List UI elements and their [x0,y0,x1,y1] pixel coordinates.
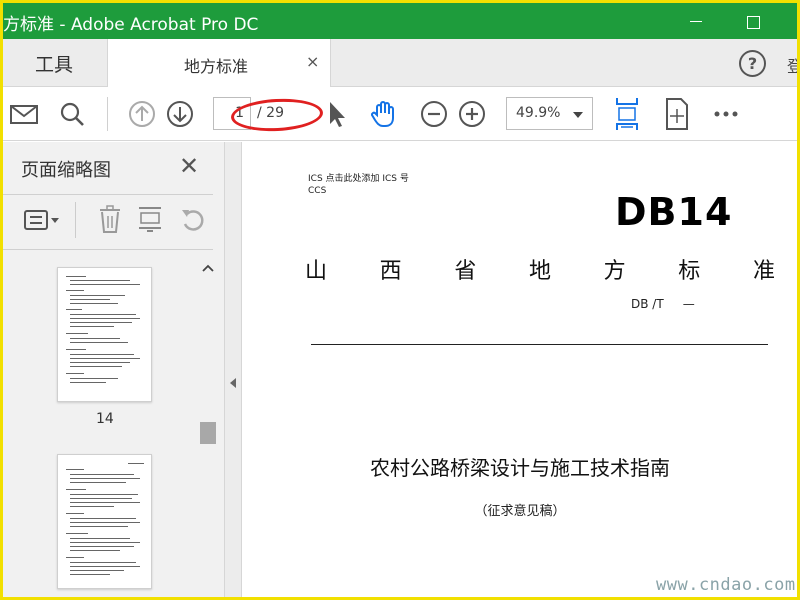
standard-code: DB14 [615,190,733,234]
title-bar: 方标准 - Adobe Acrobat Pro DC [3,3,797,39]
tab-tools[interactable]: 工具 [3,39,105,87]
panel-collapse-strip[interactable] [225,142,242,597]
page-up-icon[interactable] [127,99,157,129]
maximize-icon[interactable] [738,7,768,35]
rotate-icon[interactable] [663,97,691,131]
hand-tool-icon[interactable] [369,99,399,129]
tab-document[interactable]: 地方标准 × [107,39,331,87]
close-tab-icon[interactable]: × [306,52,319,71]
province-char: 标 [678,259,701,284]
scroll-up-icon[interactable] [202,264,214,272]
trash-icon[interactable] [97,204,123,234]
scrollbar-thumb[interactable] [200,422,216,444]
panel-divider [3,249,213,250]
province-char: 西 [379,259,402,284]
search-icon[interactable] [57,99,87,129]
page-thumbnail[interactable] [57,267,152,402]
toolbar-separator [107,97,108,131]
province-char: 地 [528,259,551,284]
tab-document-label: 地方标准 [184,57,249,76]
select-pointer-icon[interactable] [321,99,351,129]
zoom-value: 49.9% [516,105,561,121]
province-char: 准 [752,259,775,284]
app-window: 方标准 - Adobe Acrobat Pro DC 工具 地方标准 × ? 登 [0,0,800,600]
close-panel-icon[interactable]: ✕ [179,152,199,180]
document-title: 农村公路桥梁设计与施工技术指南 [370,456,670,480]
document-subtitle: （征求意见稿） [474,504,566,519]
page-down-icon[interactable] [165,99,195,129]
thumbnail-label: 14 [96,411,114,427]
help-icon[interactable]: ? [739,50,766,77]
zoom-select[interactable]: 49.9% [506,97,593,130]
collapse-arrow-icon[interactable] [230,378,236,388]
thumbnail-options-icon[interactable] [23,208,61,232]
tab-bar: 工具 地方标准 × ? 登 [3,39,797,87]
undo-rotate-icon[interactable] [179,206,207,232]
site-watermark: www.cndao.com [656,575,796,595]
thumbnail-panel: 页面缩略图 ✕ 14 [3,142,225,597]
thumbnail-scrollbar[interactable] [199,260,217,597]
panel-separator [75,202,76,238]
panel-divider [3,194,213,195]
ccs-code: CCS [308,186,327,196]
minimize-icon[interactable] [681,7,711,35]
province-char: 山 [305,259,328,284]
standard-number: DB /T — [631,297,695,311]
zoom-out-icon[interactable] [419,99,449,129]
province-char: 方 [603,259,626,284]
toolbar: 1 / 29 49.9% [3,87,797,141]
page-thumbnail[interactable] [57,454,152,589]
window-title: 方标准 - Adobe Acrobat Pro DC [3,15,259,35]
more-icon[interactable] [711,99,741,129]
fit-page-icon[interactable] [613,96,641,132]
header-rule [311,344,768,345]
panel-title: 页面缩略图 [21,160,111,181]
ics-code: ICS 点击此处添加 ICS 号 [308,174,409,184]
signin-button[interactable]: 登 [787,53,797,77]
zoom-in-icon[interactable] [457,99,487,129]
document-page: ICS 点击此处添加 ICS 号 CCS DB14 山 西 省 地 方 标 准 … [243,142,797,597]
province-char: 省 [454,259,477,284]
mail-icon[interactable] [9,99,39,129]
chevron-down-icon [573,112,583,118]
province-heading: 山 西 省 地 方 标 准 [305,253,775,285]
insert-page-icon[interactable] [137,204,163,234]
